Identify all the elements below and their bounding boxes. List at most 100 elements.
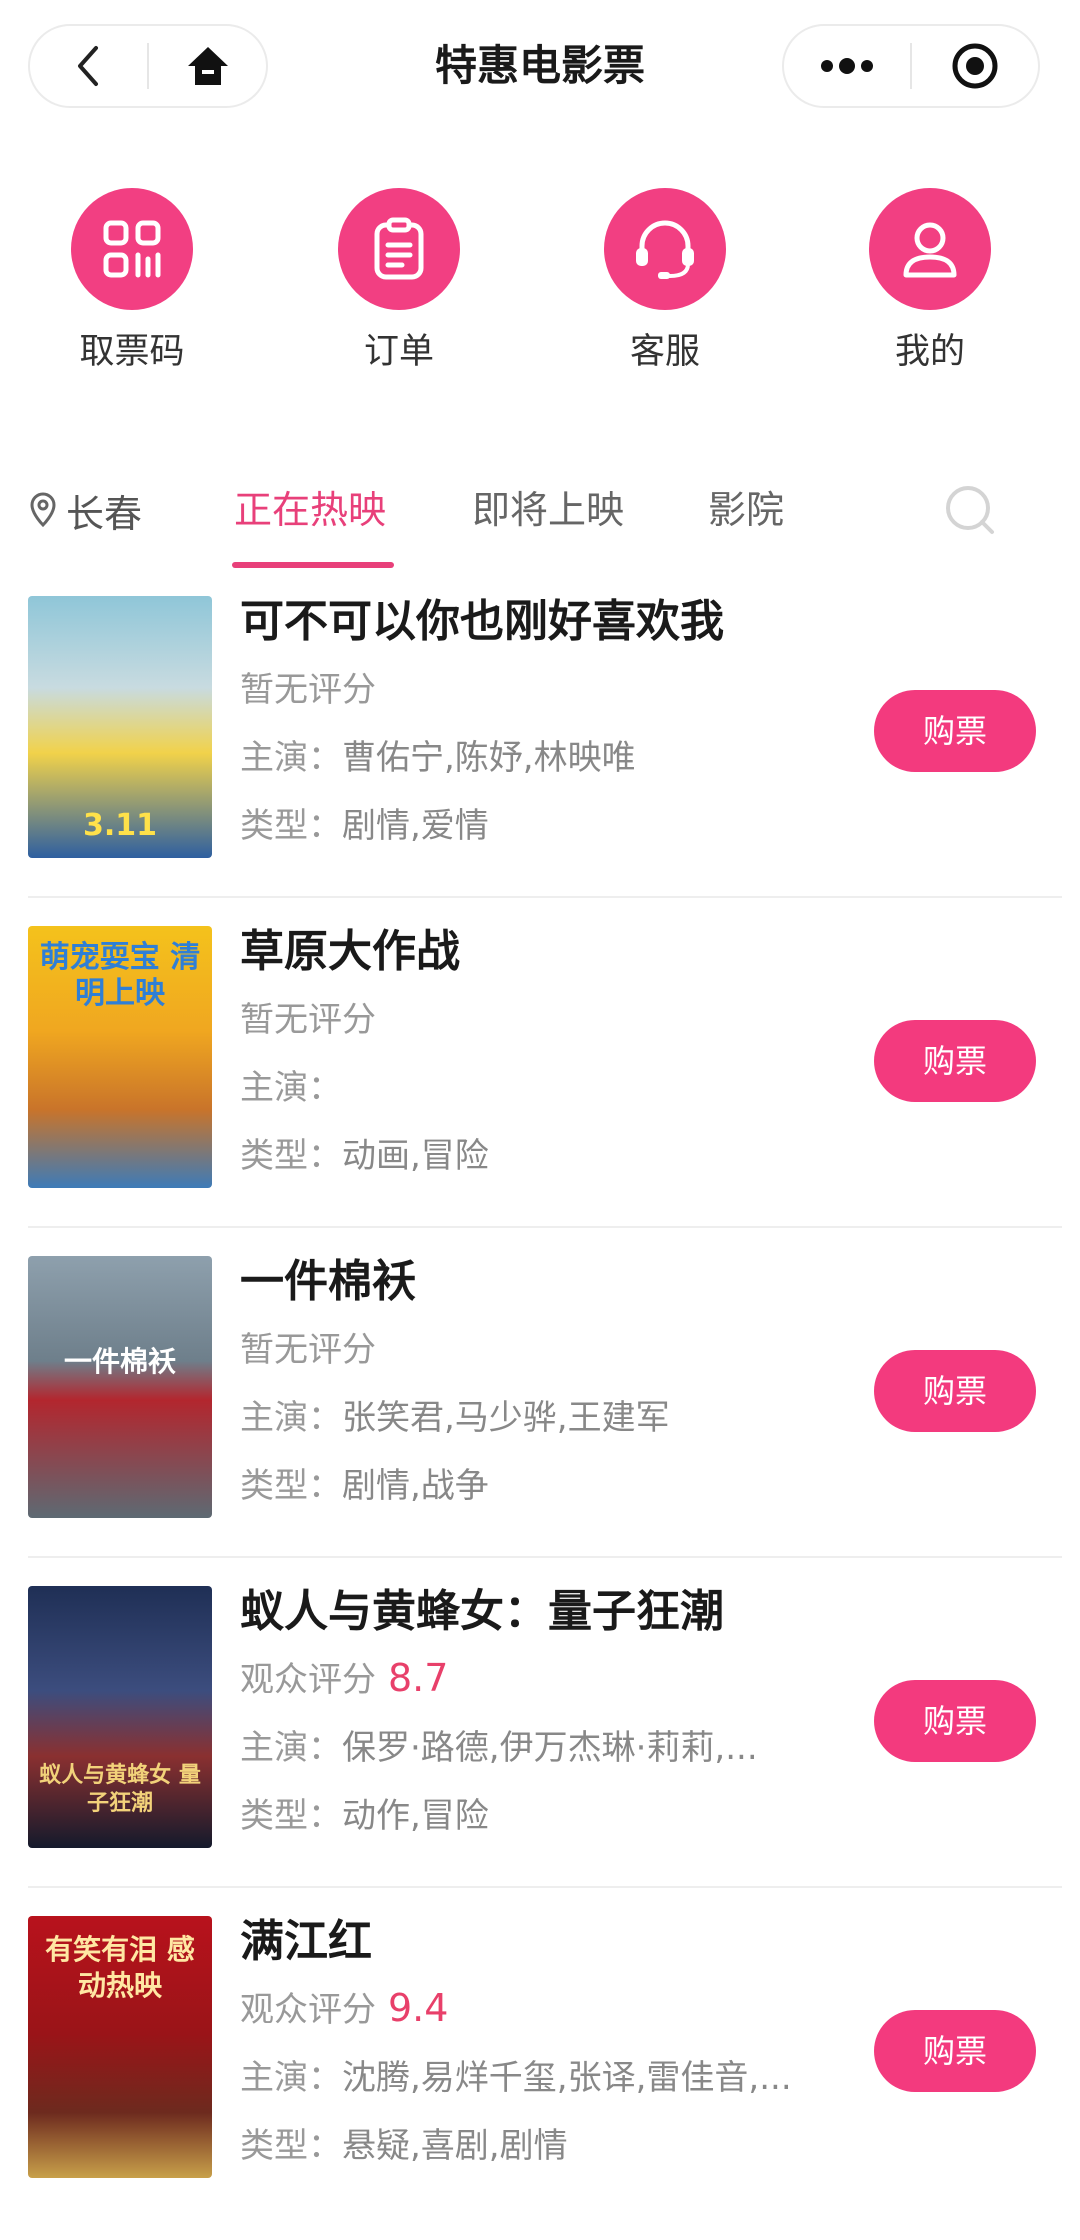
target-circle-icon [952, 43, 998, 89]
row-divider [28, 896, 1062, 898]
more-dots-icon [821, 58, 873, 74]
cast-value: 曹佑宁,陈妤,林映唯 [342, 738, 636, 778]
movie-title[interactable]: 蚁人与黄蜂女：量子狂潮 [240, 1582, 840, 1642]
movie-poster[interactable]: 3.11 [28, 596, 212, 858]
genre-prefix: 类型： [240, 1466, 342, 1506]
movie-tabs: 长春 正在热映 即将上映 影院 [0, 470, 1080, 570]
movie-genre: 类型：动作,冒险 [240, 1794, 840, 1838]
page-title: 特惠电影票 [434, 41, 645, 90]
quick-item-label: 订单 [363, 332, 434, 372]
movie-cast: 主演：曹佑宁,陈妤,林映唯 [240, 736, 840, 780]
cast-value: 沈腾,易烊千玺,张译,雷佳音,... [342, 2058, 792, 2098]
row-divider [28, 1556, 1062, 1558]
movie-genre: 类型：动画,冒险 [240, 1134, 840, 1178]
tab-coming-soon[interactable]: 即将上映 [472, 480, 624, 540]
home-button[interactable] [149, 26, 266, 106]
buy-ticket-button[interactable]: 购票 [874, 2010, 1036, 2092]
movie-genre: 类型：剧情,爱情 [240, 804, 840, 848]
cast-prefix: 主演： [240, 2058, 342, 2098]
quick-item-orders[interactable]: 订单 [309, 188, 489, 388]
quick-item-label: 取票码 [79, 332, 185, 372]
movie-title[interactable]: 一件棉袄 [240, 1252, 840, 1312]
movie-title[interactable]: 草原大作战 [240, 922, 840, 982]
poster-text: 一件棉袄 [63, 1345, 176, 1378]
quick-item-label: 我的 [894, 332, 965, 372]
poster-text: 蚁人与黄蜂女 量子狂潮 [39, 1763, 201, 1816]
back-button[interactable] [30, 26, 147, 106]
more-options-button[interactable] [784, 26, 910, 106]
genre-value: 动作,冒险 [342, 1796, 489, 1836]
cast-value: 保罗·路德,伊万杰琳·莉莉,... [342, 1728, 758, 1768]
movie-poster[interactable]: 蚁人与黄蜂女 量子狂潮 [28, 1586, 212, 1848]
genre-prefix: 类型： [240, 1796, 342, 1836]
buy-ticket-button[interactable]: 购票 [874, 1680, 1036, 1762]
cast-prefix: 主演： [240, 738, 342, 778]
movie-genre: 类型：悬疑,喜剧,剧情 [240, 2124, 840, 2168]
movie-rating: 观众评分 9.4 [240, 1986, 840, 2032]
tab-cinemas[interactable]: 影院 [708, 480, 784, 540]
movie-rating: 暂无评分 [240, 1326, 840, 1372]
rating-label: 暂无评分 [240, 1000, 376, 1040]
back-arrow-icon [77, 46, 98, 86]
rating-label: 暂无评分 [240, 670, 376, 710]
row-divider [28, 1226, 1062, 1228]
movie-rating: 观众评分 8.7 [240, 1656, 840, 1702]
quick-item-customer-service[interactable]: 客服 [575, 188, 755, 388]
cast-prefix: 主演： [240, 1728, 342, 1768]
movie-cast: 主演：保罗·路德,伊万杰琳·莉莉,... [240, 1726, 840, 1770]
movie-cast: 主演：张笑君,马少骅,王建军 [240, 1396, 840, 1440]
movie-title[interactable]: 满江红 [240, 1912, 840, 1972]
movie-poster[interactable]: 萌宠耍宝 清明上映 [28, 926, 212, 1188]
search-button[interactable] [940, 480, 1000, 540]
movie-poster[interactable]: 一件棉袄 [28, 1256, 212, 1518]
rating-label: 观众评分 [240, 1990, 376, 2030]
buy-ticket-button[interactable]: 购票 [874, 1350, 1036, 1432]
location-pin-icon [30, 492, 56, 528]
buy-ticket-button[interactable]: 购票 [874, 1020, 1036, 1102]
user-profile-icon [869, 188, 991, 310]
quick-menu: 取票码 订单 客服 我的 [0, 188, 1080, 388]
tab-now-showing[interactable]: 正在热映 [234, 480, 386, 540]
movie-item[interactable]: 萌宠耍宝 清明上映 草原大作战 暂无评分 主演： 类型：动画,冒险 购票 [0, 920, 1080, 1250]
genre-prefix: 类型： [240, 2126, 342, 2166]
quick-item-mine[interactable]: 我的 [840, 188, 1020, 388]
row-divider [28, 1886, 1062, 1888]
movie-rating: 暂无评分 [240, 996, 840, 1042]
genre-value: 悬疑,喜剧,剧情 [342, 2126, 568, 2166]
active-tab-indicator [232, 562, 394, 568]
nav-capsule-left [28, 24, 268, 108]
movie-title[interactable]: 可不可以你也刚好喜欢我 [240, 592, 840, 652]
rating-score: 8.7 [388, 1656, 449, 1700]
movie-genre: 类型：剧情,战争 [240, 1464, 840, 1508]
order-clipboard-icon [338, 188, 460, 310]
genre-value: 剧情,爱情 [342, 806, 489, 846]
movie-item[interactable]: 一件棉袄 一件棉袄 暂无评分 主演：张笑君,马少骅,王建军 类型：剧情,战争 购… [0, 1250, 1080, 1580]
nav-capsule-right [782, 24, 1040, 108]
movie-cast: 主演： [240, 1066, 840, 1110]
movie-item[interactable]: 蚁人与黄蜂女 量子狂潮 蚁人与黄蜂女：量子狂潮 观众评分 8.7 主演：保罗·路德… [0, 1580, 1080, 1910]
navigation-bar: 特惠电影票 [0, 0, 1080, 132]
home-icon [187, 47, 228, 85]
cast-prefix: 主演： [240, 1398, 342, 1438]
city-selector[interactable]: 长春 [28, 480, 142, 540]
poster-text: 3.11 [82, 808, 158, 843]
rating-score: 9.4 [388, 1986, 449, 2030]
poster-text: 有笑有泪 感动热映 [45, 1933, 195, 2002]
movie-rating: 暂无评分 [240, 666, 840, 712]
search-icon [946, 486, 994, 534]
rating-label: 观众评分 [240, 1660, 376, 1700]
movie-item[interactable]: 3.11 可不可以你也刚好喜欢我 暂无评分 主演：曹佑宁,陈妤,林映唯 类型：剧… [0, 590, 1080, 920]
close-miniprogram-button[interactable] [912, 26, 1038, 106]
city-label: 长春 [66, 491, 143, 536]
movie-poster[interactable]: 有笑有泪 感动热映 [28, 1916, 212, 2178]
ticket-code-icon [71, 188, 193, 310]
cast-value: 张笑君,马少骅,王建军 [342, 1398, 670, 1438]
customer-service-headset-icon [604, 188, 726, 310]
buy-ticket-button[interactable]: 购票 [874, 690, 1036, 772]
movie-item[interactable]: 有笑有泪 感动热映 满江红 观众评分 9.4 主演：沈腾,易烊千玺,张译,雷佳音,… [0, 1910, 1080, 2240]
movie-cast: 主演：沈腾,易烊千玺,张译,雷佳音,... [240, 2056, 840, 2100]
quick-item-ticket-code[interactable]: 取票码 [42, 188, 222, 388]
genre-prefix: 类型： [240, 1136, 342, 1176]
poster-text: 萌宠耍宝 清明上映 [39, 940, 201, 1011]
genre-prefix: 类型： [240, 806, 342, 846]
